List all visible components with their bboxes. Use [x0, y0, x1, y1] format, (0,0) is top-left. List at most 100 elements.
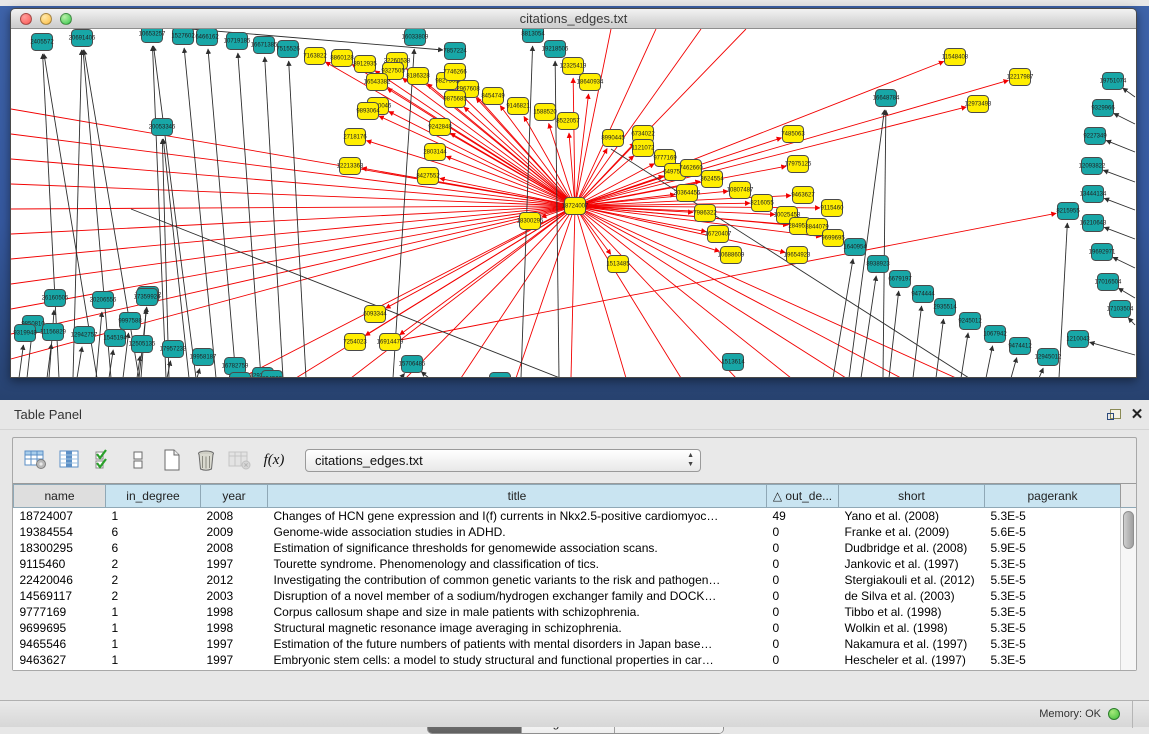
- table-cell[interactable]: 0: [767, 540, 839, 556]
- table-cell[interactable]: Franke et al. (2009): [839, 524, 985, 540]
- graph-node[interactable]: 18300295: [517, 213, 544, 230]
- table-cell[interactable]: 0: [767, 572, 839, 588]
- table-cell[interactable]: 6: [106, 524, 201, 540]
- function-builder-button[interactable]: f(x): [257, 444, 291, 476]
- table-cell[interactable]: 5.3E-5: [985, 604, 1121, 620]
- graph-node[interactable]: 1545194: [103, 330, 127, 347]
- close-panel-button[interactable]: ✕: [1125, 405, 1149, 425]
- graph-node[interactable]: 8813054: [521, 29, 545, 43]
- column-header-out_de[interactable]: △ out_de...: [767, 485, 839, 508]
- table-cell[interactable]: 5.5E-5: [985, 572, 1121, 588]
- table-cell[interactable]: 5.3E-5: [985, 620, 1121, 636]
- graph-node[interactable]: 10807487: [727, 182, 754, 199]
- graph-node[interactable]: 9699695: [821, 230, 845, 247]
- graph-node[interactable]: 12325419: [560, 58, 587, 75]
- table-cell[interactable]: 2: [106, 572, 201, 588]
- table-row[interactable]: 1938455462009Genome-wide association stu…: [14, 524, 1121, 540]
- graph-edge[interactable]: [96, 312, 102, 377]
- table-cell[interactable]: 1: [106, 652, 201, 668]
- graph-edge[interactable]: [1123, 88, 1135, 97]
- graph-edge[interactable]: [154, 46, 196, 377]
- graph-edge[interactable]: [1039, 368, 1043, 377]
- graph-node[interactable]: 10719185: [224, 33, 251, 50]
- graph-edge[interactable]: [184, 48, 216, 377]
- graph-node[interactable]: 2935514: [933, 299, 957, 316]
- graph-edge[interactable]: [238, 53, 261, 377]
- graph-edge[interactable]: [1011, 358, 1017, 377]
- graph-edge[interactable]: [1106, 140, 1135, 152]
- graph-edge[interactable]: [1113, 257, 1135, 268]
- graph-edge[interactable]: [27, 336, 32, 377]
- table-cell[interactable]: Genome-wide association studies in ADHD.: [268, 524, 767, 540]
- column-header-pagerank[interactable]: pagerank: [985, 485, 1121, 508]
- select-columns-button[interactable]: [87, 444, 121, 476]
- table-cell[interactable]: 9465546: [14, 636, 106, 652]
- table-cell[interactable]: 0: [767, 652, 839, 668]
- table-cell[interactable]: 9463627: [14, 652, 106, 668]
- graph-edge[interactable]: [575, 206, 791, 377]
- table-cell[interactable]: 49: [767, 508, 839, 524]
- graph-node[interactable]: 16671385: [251, 37, 278, 54]
- column-header-name[interactable]: name: [14, 485, 106, 508]
- table-cell[interactable]: Changes of HCN gene expression and I(f) …: [268, 508, 767, 524]
- graph-node[interactable]: 16720407: [705, 226, 732, 243]
- table-cell[interactable]: 1: [106, 620, 201, 636]
- graph-node[interactable]: 20206556: [90, 292, 117, 309]
- table-cell[interactable]: 18300295: [14, 540, 106, 556]
- column-header-year[interactable]: year: [201, 485, 268, 508]
- graph-edge[interactable]: [11, 206, 575, 259]
- graph-edge[interactable]: [1090, 342, 1135, 355]
- table-cell[interactable]: 1: [106, 636, 201, 652]
- graph-edge[interactable]: [11, 206, 575, 334]
- graph-edge[interactable]: [1118, 288, 1135, 298]
- graph-edge[interactable]: [913, 306, 922, 377]
- table-row[interactable]: 1872400712008Changes of HCN gene express…: [14, 508, 1121, 524]
- table-cell[interactable]: 0: [767, 588, 839, 604]
- graph-node[interactable]: 16782759: [222, 358, 249, 375]
- table-cell[interactable]: 6: [106, 540, 201, 556]
- graph-node[interactable]: 12942757: [71, 327, 98, 344]
- table-cell[interactable]: 1998: [201, 620, 268, 636]
- graph-node[interactable]: 2405572: [30, 34, 54, 51]
- table-cell[interactable]: Corpus callosum shape and size in male p…: [268, 604, 767, 620]
- graph-edge[interactable]: [521, 46, 533, 377]
- graph-node[interactable]: 10653257: [139, 29, 166, 43]
- graph-edge[interactable]: [575, 206, 785, 252]
- table-cell[interactable]: 1997: [201, 652, 268, 668]
- graph-edge[interactable]: [575, 206, 681, 377]
- graph-node[interactable]: 16543382: [364, 74, 391, 91]
- graph-edge[interactable]: [11, 206, 575, 234]
- graph-node[interactable]: 9875685: [443, 91, 467, 108]
- graph-node[interactable]: 8427552: [416, 168, 440, 185]
- graph-node[interactable]: 19692971: [1089, 244, 1116, 261]
- graph-node[interactable]: 1121072: [632, 140, 656, 157]
- graph-node[interactable]: 9242848: [428, 119, 452, 136]
- graph-edge[interactable]: [77, 347, 82, 377]
- column-header-short[interactable]: short: [839, 485, 985, 508]
- graph-node[interactable]: 9893064: [356, 103, 380, 120]
- graph-node[interactable]: 17359924: [134, 289, 161, 306]
- graph-edge[interactable]: [11, 206, 575, 284]
- graph-node[interactable]: 11156829: [40, 324, 66, 341]
- column-header-title[interactable]: title: [268, 485, 767, 508]
- table-cell[interactable]: 2012: [201, 572, 268, 588]
- graph-node[interactable]: 12505135: [129, 336, 156, 353]
- table-cell[interactable]: 2009: [201, 524, 268, 540]
- table-cell[interactable]: Yano et al. (2008): [839, 508, 985, 524]
- graph-node[interactable]: 15706485: [399, 356, 426, 373]
- table-cell[interactable]: Tibbo et al. (1998): [839, 604, 985, 620]
- graph-node[interactable]: 2803144: [423, 144, 447, 161]
- create-column-button[interactable]: [155, 444, 189, 476]
- table-cell[interactable]: Wolkin et al. (1998): [839, 620, 985, 636]
- table-row[interactable]: 911546021997Tourette syndrome. Phenomeno…: [14, 556, 1121, 572]
- table-select-combobox[interactable]: citations_edges.txt ▲▼: [305, 449, 701, 472]
- table-cell[interactable]: 2008: [201, 508, 268, 524]
- column-visibility-button[interactable]: [53, 444, 87, 476]
- graph-node[interactable]: 16033809: [402, 29, 429, 46]
- import-table-button[interactable]: [223, 444, 257, 476]
- graph-node[interactable]: 19218506: [542, 41, 569, 58]
- graph-node[interactable]: 19958187: [190, 349, 217, 366]
- table-cell[interactable]: Disruption of a novel member of a sodium…: [268, 588, 767, 604]
- graph-node[interactable]: 7746266: [443, 64, 467, 81]
- table-cell[interactable]: 22420046: [14, 572, 106, 588]
